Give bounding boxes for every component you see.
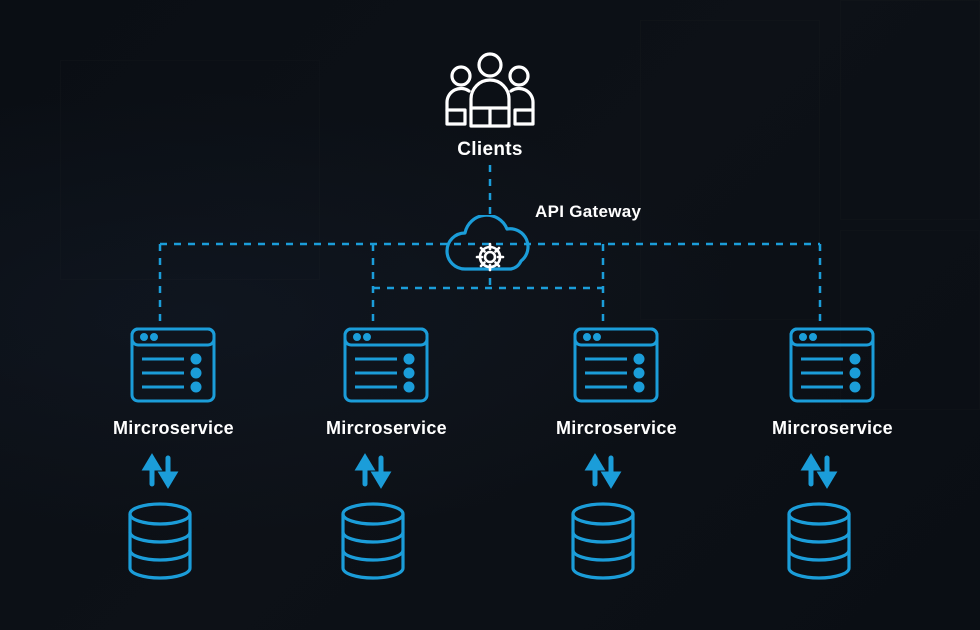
microservice-1-label: Mircroservice [113, 418, 234, 439]
database-cylinder-icon [565, 500, 641, 586]
server-rack-icon [785, 325, 879, 405]
database-cylinder-icon [122, 500, 198, 586]
clients-label: Clients [457, 139, 522, 161]
microservice-4: Mircroservice [772, 325, 893, 439]
up-down-arrows-icon [351, 450, 395, 490]
database-cylinder-icon [781, 500, 857, 586]
api-gateway-icon [435, 215, 545, 290]
up-down-arrows-icon [581, 450, 625, 490]
microservice-2: Mircroservice [326, 325, 447, 439]
diagram-stage: Clients API Gateway [0, 0, 980, 630]
clients-icon [435, 48, 545, 138]
up-down-arrows-icon [138, 450, 182, 490]
microservice-1: Mircroservice [113, 325, 234, 439]
api-gateway-label: API Gateway [535, 202, 641, 222]
server-rack-icon [339, 325, 433, 405]
microservice-3-label: Mircroservice [556, 418, 677, 439]
server-rack-icon [126, 325, 220, 405]
server-rack-icon [569, 325, 663, 405]
database-cylinder-icon [335, 500, 411, 586]
microservice-3: Mircroservice [556, 325, 677, 439]
microservice-4-label: Mircroservice [772, 418, 893, 439]
microservice-2-label: Mircroservice [326, 418, 447, 439]
up-down-arrows-icon [797, 450, 841, 490]
